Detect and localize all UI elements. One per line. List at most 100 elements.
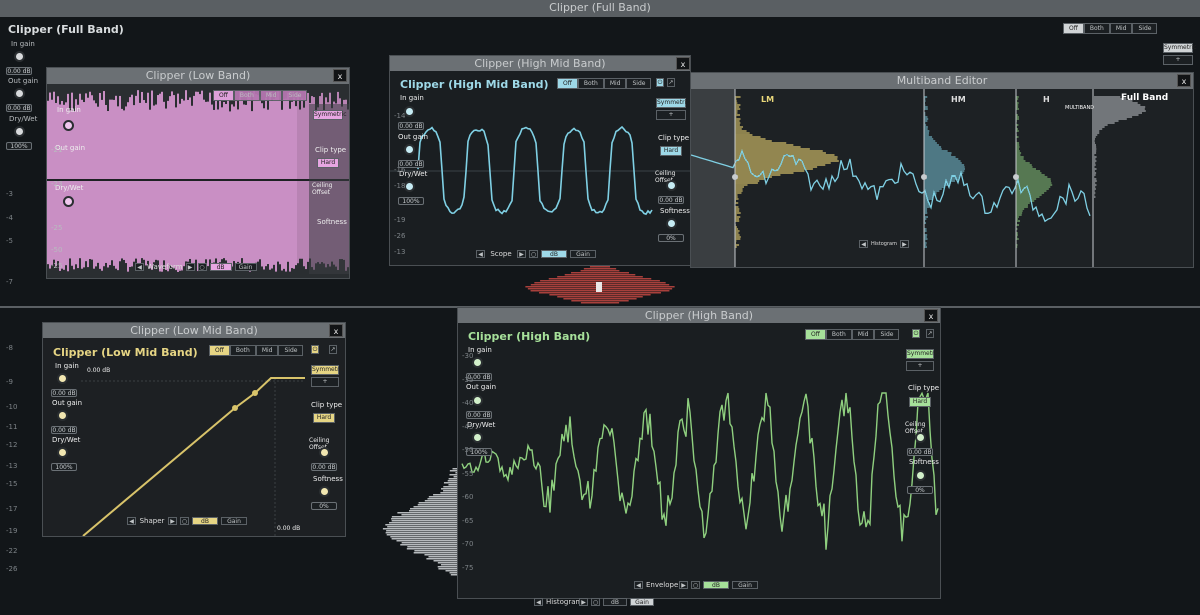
high-band-close-button[interactable]: x xyxy=(924,309,938,322)
hm-scope-reset-button[interactable]: ○ xyxy=(529,250,538,258)
hb-expand-button[interactable]: ↗ xyxy=(926,329,934,338)
hb-softness-value[interactable]: 0% xyxy=(907,486,933,494)
hb-ceiling-knob[interactable] xyxy=(915,432,926,443)
hm-softness-value[interactable]: 0% xyxy=(658,234,684,242)
fb-unit-gain-button[interactable]: Gain xyxy=(630,598,654,606)
fb-scope-prev-button[interactable]: ◀ xyxy=(534,598,543,606)
lm-scope-reset-button[interactable]: ○ xyxy=(180,517,189,525)
low-unit-db-button[interactable]: dB xyxy=(209,263,232,271)
hm-mode-side-button[interactable]: Side xyxy=(626,78,652,89)
fb-scope-next-button[interactable]: ▶ xyxy=(579,598,588,606)
hb-mode-both-button[interactable]: Both xyxy=(825,329,852,340)
low-mode-both-button[interactable]: Both xyxy=(233,90,260,101)
lm-scope-next-button[interactable]: ▶ xyxy=(168,517,177,525)
lm-mode-both-button[interactable]: Both xyxy=(229,345,256,356)
hb-unit-gain-button[interactable]: Gain xyxy=(732,581,758,589)
lm-mode-mid-button[interactable]: Mid xyxy=(255,345,279,356)
hb-mode-mid-button[interactable]: Mid xyxy=(851,329,875,340)
high-mid-close-button[interactable]: x xyxy=(676,57,690,70)
hm-drywet-knob[interactable] xyxy=(404,181,415,192)
hm-unit-db-button[interactable]: dB xyxy=(541,250,567,258)
low-band-close-button[interactable]: x xyxy=(333,69,347,82)
lm-symmetric-button[interactable]: Symmetric xyxy=(311,365,345,375)
lm-unit-db-button[interactable]: dB xyxy=(192,517,218,525)
hb-hard-button[interactable]: Hard xyxy=(909,397,931,407)
lm-mode-side-button[interactable]: Side xyxy=(278,345,304,356)
hm-softness-knob[interactable] xyxy=(666,218,677,229)
high-band-titlebar[interactable]: Clipper (High Band) xyxy=(458,308,940,323)
mode-side-button[interactable]: Side xyxy=(1132,23,1158,34)
hb-scope-prev-button[interactable]: ◀ xyxy=(634,581,643,589)
full-band-drywet-knob[interactable] xyxy=(14,126,25,137)
lm-softness-knob[interactable] xyxy=(319,486,330,497)
lm-plus-button[interactable]: + xyxy=(311,377,339,387)
hb-ceiling-value[interactable]: 0.00 dB xyxy=(907,448,933,456)
full-band-out-gain-value[interactable]: 0.00 dB xyxy=(6,104,32,112)
hm-mode-off-button[interactable]: Off xyxy=(557,78,578,89)
hm-expand-button[interactable]: ↗ xyxy=(667,78,675,87)
lm-power-button[interactable]: ⏻ xyxy=(311,345,319,354)
mode-off-button[interactable]: Off xyxy=(1063,23,1084,34)
full-band-titlebar[interactable]: Clipper (Full Band) xyxy=(0,0,1200,17)
hb-out-gain-value[interactable]: 0.00 dB xyxy=(466,411,492,419)
hb-plus-button[interactable]: + xyxy=(906,361,934,371)
full-band-symmetric-button[interactable]: Symmetric xyxy=(1163,43,1197,53)
low-drywet-knob[interactable] xyxy=(63,196,74,207)
lm-out-gain-value[interactable]: 0.00 dB xyxy=(51,426,77,434)
lm-scope-prev-button[interactable]: ◀ xyxy=(127,517,136,525)
multiband-titlebar[interactable]: Multiband Editor xyxy=(691,73,1193,89)
hb-symmetric-button[interactable]: Symmetric xyxy=(906,349,940,359)
hm-plus-button[interactable]: + xyxy=(656,110,686,120)
hm-out-gain-knob[interactable] xyxy=(404,144,415,155)
lm-ceiling-knob[interactable] xyxy=(319,447,330,458)
low-scope-reset-button[interactable]: ○ xyxy=(197,263,207,271)
low-mode-off-button[interactable]: Off xyxy=(213,90,234,101)
lm-drywet-knob[interactable] xyxy=(57,447,68,458)
mb-scope-next-button[interactable]: ▶ xyxy=(899,240,909,248)
lm-expand-button[interactable]: ↗ xyxy=(329,345,337,354)
lm-softness-value[interactable]: 0% xyxy=(311,502,337,510)
hm-hard-button[interactable]: Hard xyxy=(660,146,682,156)
lm-drywet-value[interactable]: 100% xyxy=(51,463,77,471)
hm-scope-next-button[interactable]: ▶ xyxy=(517,250,526,258)
full-band-plus-button[interactable]: + xyxy=(1163,55,1193,65)
hm-symmetric-button[interactable]: Symmetric xyxy=(656,98,690,108)
hb-out-gain-knob[interactable] xyxy=(472,395,483,406)
hm-scope-prev-button[interactable]: ◀ xyxy=(476,250,485,258)
full-band-drywet-value[interactable]: 100% xyxy=(6,142,32,150)
mode-both-button[interactable]: Both xyxy=(1083,23,1110,34)
hb-drywet-knob[interactable] xyxy=(472,432,483,443)
low-mode-side-button[interactable]: Side xyxy=(282,90,308,101)
hm-mode-mid-button[interactable]: Mid xyxy=(603,78,627,89)
lm-in-gain-knob[interactable] xyxy=(57,373,68,384)
fb-scope-reset-button[interactable]: ○ xyxy=(591,598,600,606)
hb-mode-off-button[interactable]: Off xyxy=(805,329,826,340)
full-band-in-gain-knob[interactable] xyxy=(14,51,25,62)
low-in-gain-knob[interactable] xyxy=(63,120,74,131)
low-scope-next-button[interactable]: ▶ xyxy=(185,263,195,271)
lm-hard-button[interactable]: Hard xyxy=(313,413,335,423)
hm-ceiling-knob[interactable] xyxy=(666,180,677,191)
hm-unit-gain-button[interactable]: Gain xyxy=(570,250,596,258)
low-unit-gain-button[interactable]: Gain xyxy=(234,263,257,271)
hm-mode-both-button[interactable]: Both xyxy=(577,78,604,89)
mode-mid-button[interactable]: Mid xyxy=(1109,23,1133,34)
hb-power-button[interactable]: ⏻ xyxy=(912,329,920,338)
low-mid-titlebar[interactable]: Clipper (Low Mid Band) xyxy=(43,323,345,338)
fb-unit-db-button[interactable]: dB xyxy=(603,598,627,606)
lm-unit-gain-button[interactable]: Gain xyxy=(221,517,247,525)
lm-out-gain-knob[interactable] xyxy=(57,410,68,421)
hm-drywet-value[interactable]: 100% xyxy=(398,197,424,205)
hm-ceiling-value[interactable]: 0.00 dB xyxy=(658,196,684,204)
full-band-in-gain-value[interactable]: 0.00 dB xyxy=(6,67,32,75)
lm-in-gain-value[interactable]: 0.00 dB xyxy=(51,389,77,397)
full-band-out-gain-knob[interactable] xyxy=(14,88,25,99)
hb-unit-db-button[interactable]: dB xyxy=(703,581,729,589)
lm-mode-off-button[interactable]: Off xyxy=(209,345,230,356)
high-mid-titlebar[interactable]: Clipper (High Mid Band) xyxy=(390,56,690,71)
hb-in-gain-knob[interactable] xyxy=(472,357,483,368)
low-hard-button[interactable]: Hard xyxy=(317,158,339,168)
low-symmetric-button[interactable]: Symmetric xyxy=(313,110,347,120)
mb-scope-prev-button[interactable]: ◀ xyxy=(859,240,868,248)
hb-softness-knob[interactable] xyxy=(915,470,926,481)
